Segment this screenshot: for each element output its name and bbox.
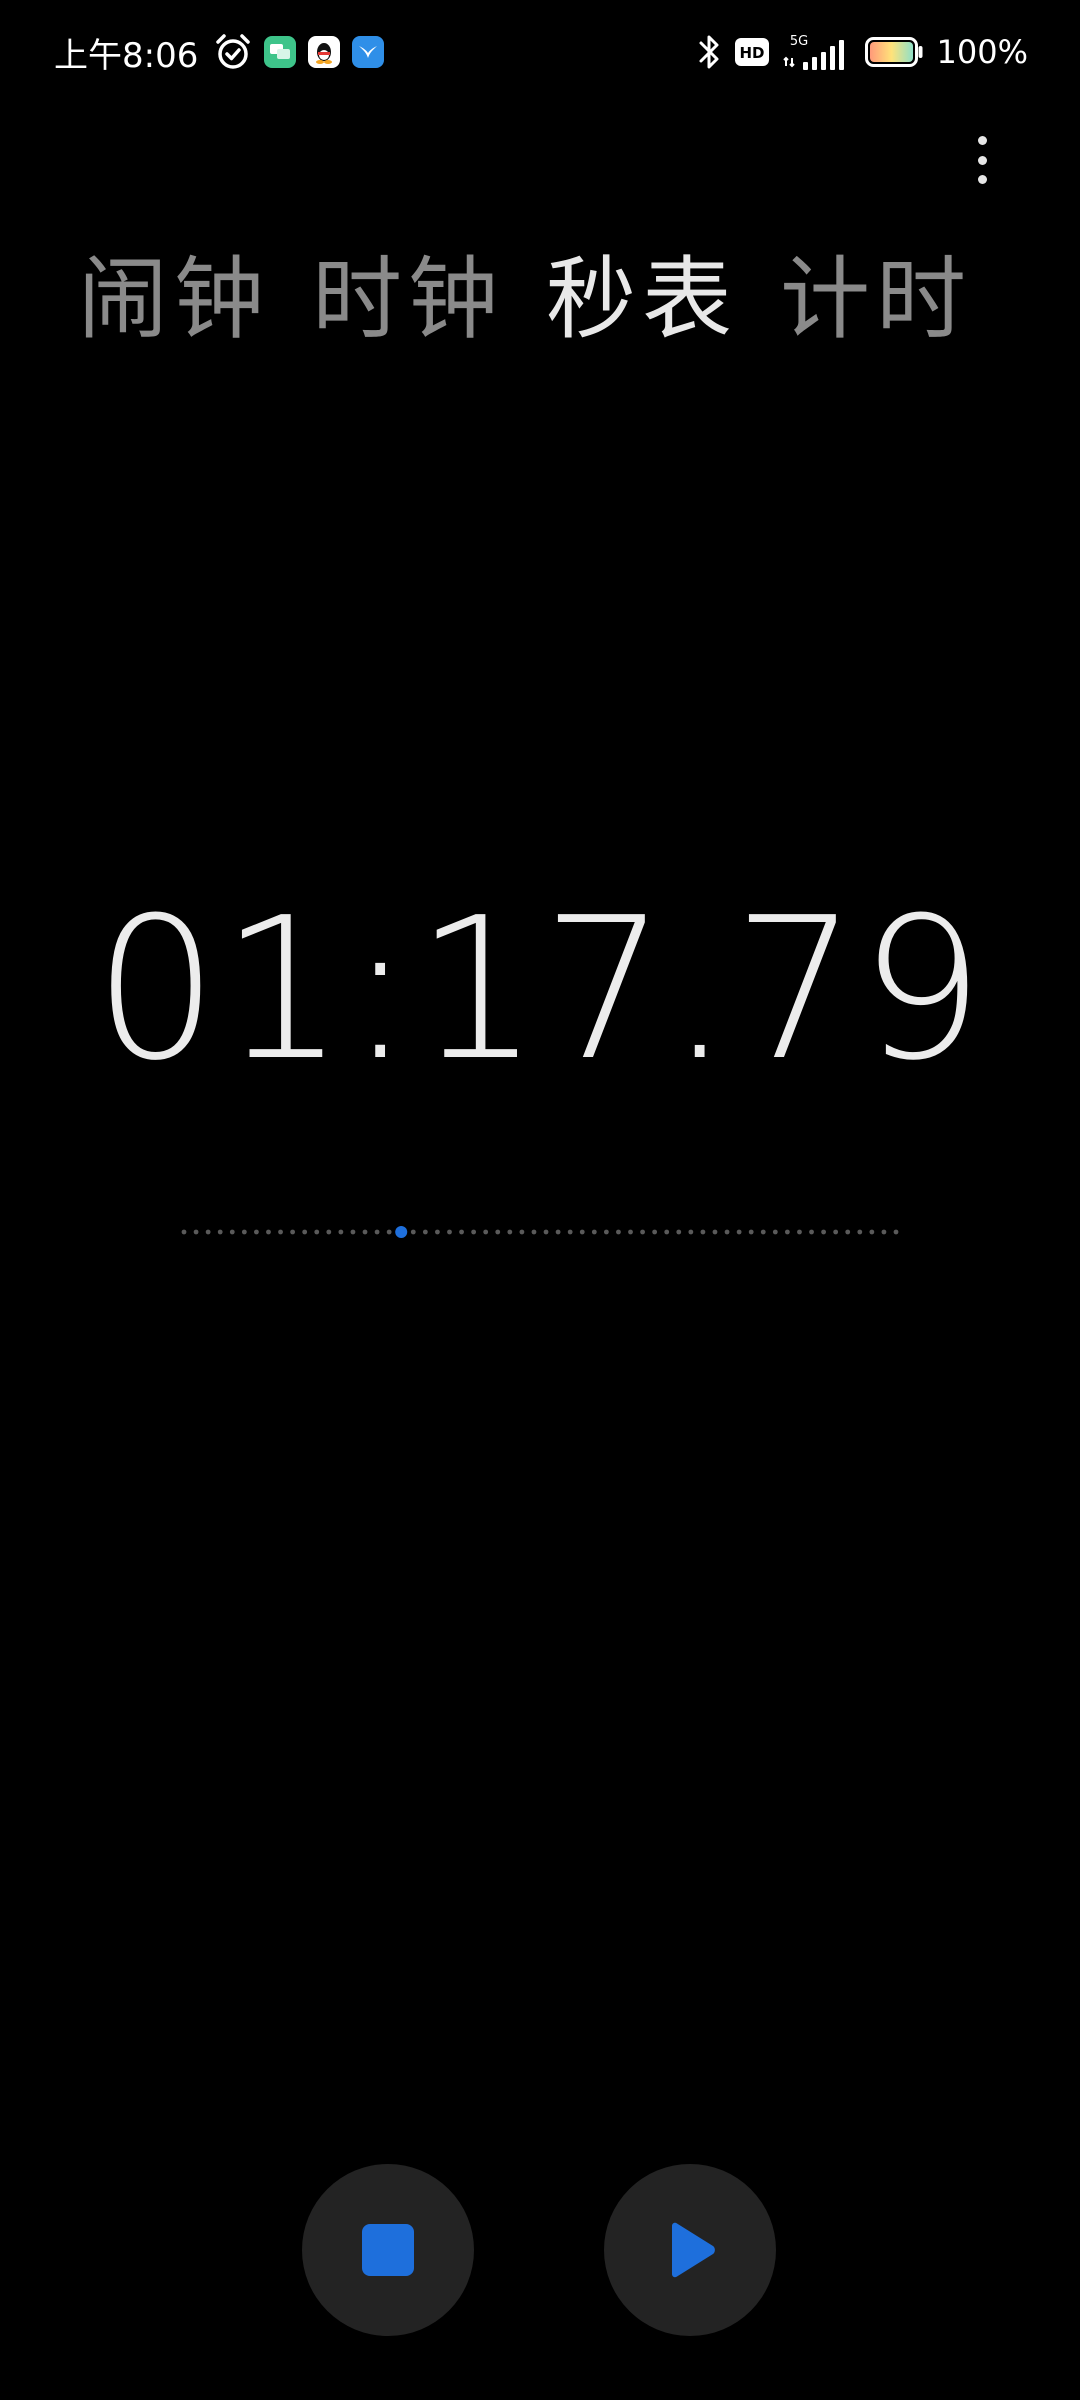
progress-dot [302,1229,308,1235]
progress-dot [278,1229,283,1235]
progress-dot [784,1229,790,1235]
bluetooth-icon [697,33,721,71]
play-icon [672,2222,715,2278]
progress-dot [628,1229,633,1235]
progress-dot [676,1229,682,1235]
tab-clock[interactable]: 时钟 [312,255,504,345]
progress-dot [495,1229,501,1235]
progress-dot [254,1229,259,1235]
progress-dot [338,1229,344,1235]
progress-dot [736,1229,742,1235]
tab-timer[interactable]: 计时 [780,255,972,345]
more-vertical-icon [977,155,987,165]
progress-dot [797,1229,802,1235]
progress-dot [181,1229,187,1235]
progress-dot [555,1229,561,1235]
messages-app-icon [264,36,297,68]
progress-dot [857,1229,863,1235]
progress-dot [471,1229,477,1235]
progress-dot [266,1229,271,1235]
network-label: 5G [789,34,807,49]
progress-dot [712,1229,718,1235]
alarm-icon [214,33,252,71]
progress-dot [374,1229,380,1235]
more-options-button[interactable] [960,128,1004,192]
progress-dot [845,1229,851,1235]
progress-dot [881,1229,887,1235]
progress-dot [193,1229,199,1235]
progress-dot [591,1229,597,1235]
progress-dot [809,1229,814,1235]
progress-dot [772,1229,778,1235]
hd-icon: HD [734,38,769,66]
seconds-progress-track [181,1226,899,1238]
stop-icon [362,2224,414,2276]
progress-dot [543,1229,549,1235]
progress-dot [410,1229,416,1235]
tab-alarm[interactable]: 闹钟 [78,255,270,345]
progress-dot [616,1229,621,1235]
progress-dot [664,1229,670,1235]
progress-dot [447,1229,452,1235]
progress-dot [483,1229,489,1235]
progress-dot [893,1229,899,1235]
progress-dot [314,1229,320,1235]
progress-dot [869,1229,875,1235]
status-time: 上午8:06 [54,35,199,76]
hd-label: HD [739,44,764,62]
more-vertical-icon [977,175,987,184]
progress-dot [290,1229,296,1235]
progress-dot [241,1229,247,1235]
progress-dot [459,1229,464,1235]
signal-icon: 5G [782,32,851,72]
progress-dot [821,1229,826,1235]
more-vertical-icon [977,136,987,145]
progress-dot [748,1229,754,1235]
progress-dot [205,1229,211,1235]
progress-dot [422,1229,428,1235]
progress-dot [229,1229,235,1235]
progress-dot [350,1229,356,1235]
progress-dot [603,1229,609,1235]
status-right: HD 5G 100% [697,30,1028,74]
progress-dot [386,1229,392,1235]
tab-stopwatch[interactable]: 秒表 [546,255,738,345]
progress-indicator-dot [395,1226,408,1238]
progress-dot [531,1229,537,1235]
status-left: 上午8:06 [54,30,385,76]
stopwatch-readout: 01:17.79 [93,876,987,1104]
progress-dot [724,1229,730,1235]
progress-dot [217,1229,223,1235]
progress-dot [700,1229,706,1235]
progress-dot [519,1229,525,1235]
progress-dot [579,1229,585,1235]
progress-dot [435,1229,440,1235]
progress-dot [640,1229,645,1235]
progress-dot [760,1229,766,1235]
progress-dot [652,1229,658,1235]
bird-app-icon [352,36,385,68]
progress-dot [326,1229,332,1235]
progress-dot [362,1229,368,1235]
battery-percent: 100% [936,33,1028,71]
tab-bar: 闹钟 时钟 秒表 计时 [78,240,1014,360]
progress-dot [688,1229,694,1235]
play-button[interactable] [604,2164,776,2336]
progress-dot [567,1229,573,1235]
progress-dot [833,1229,839,1235]
qq-app-icon [308,36,341,68]
progress-dot [507,1229,513,1235]
status-bar: 上午8:06 HD 5G 100% [0,0,1080,104]
stop-button[interactable] [302,2164,474,2336]
battery-icon [864,37,923,67]
